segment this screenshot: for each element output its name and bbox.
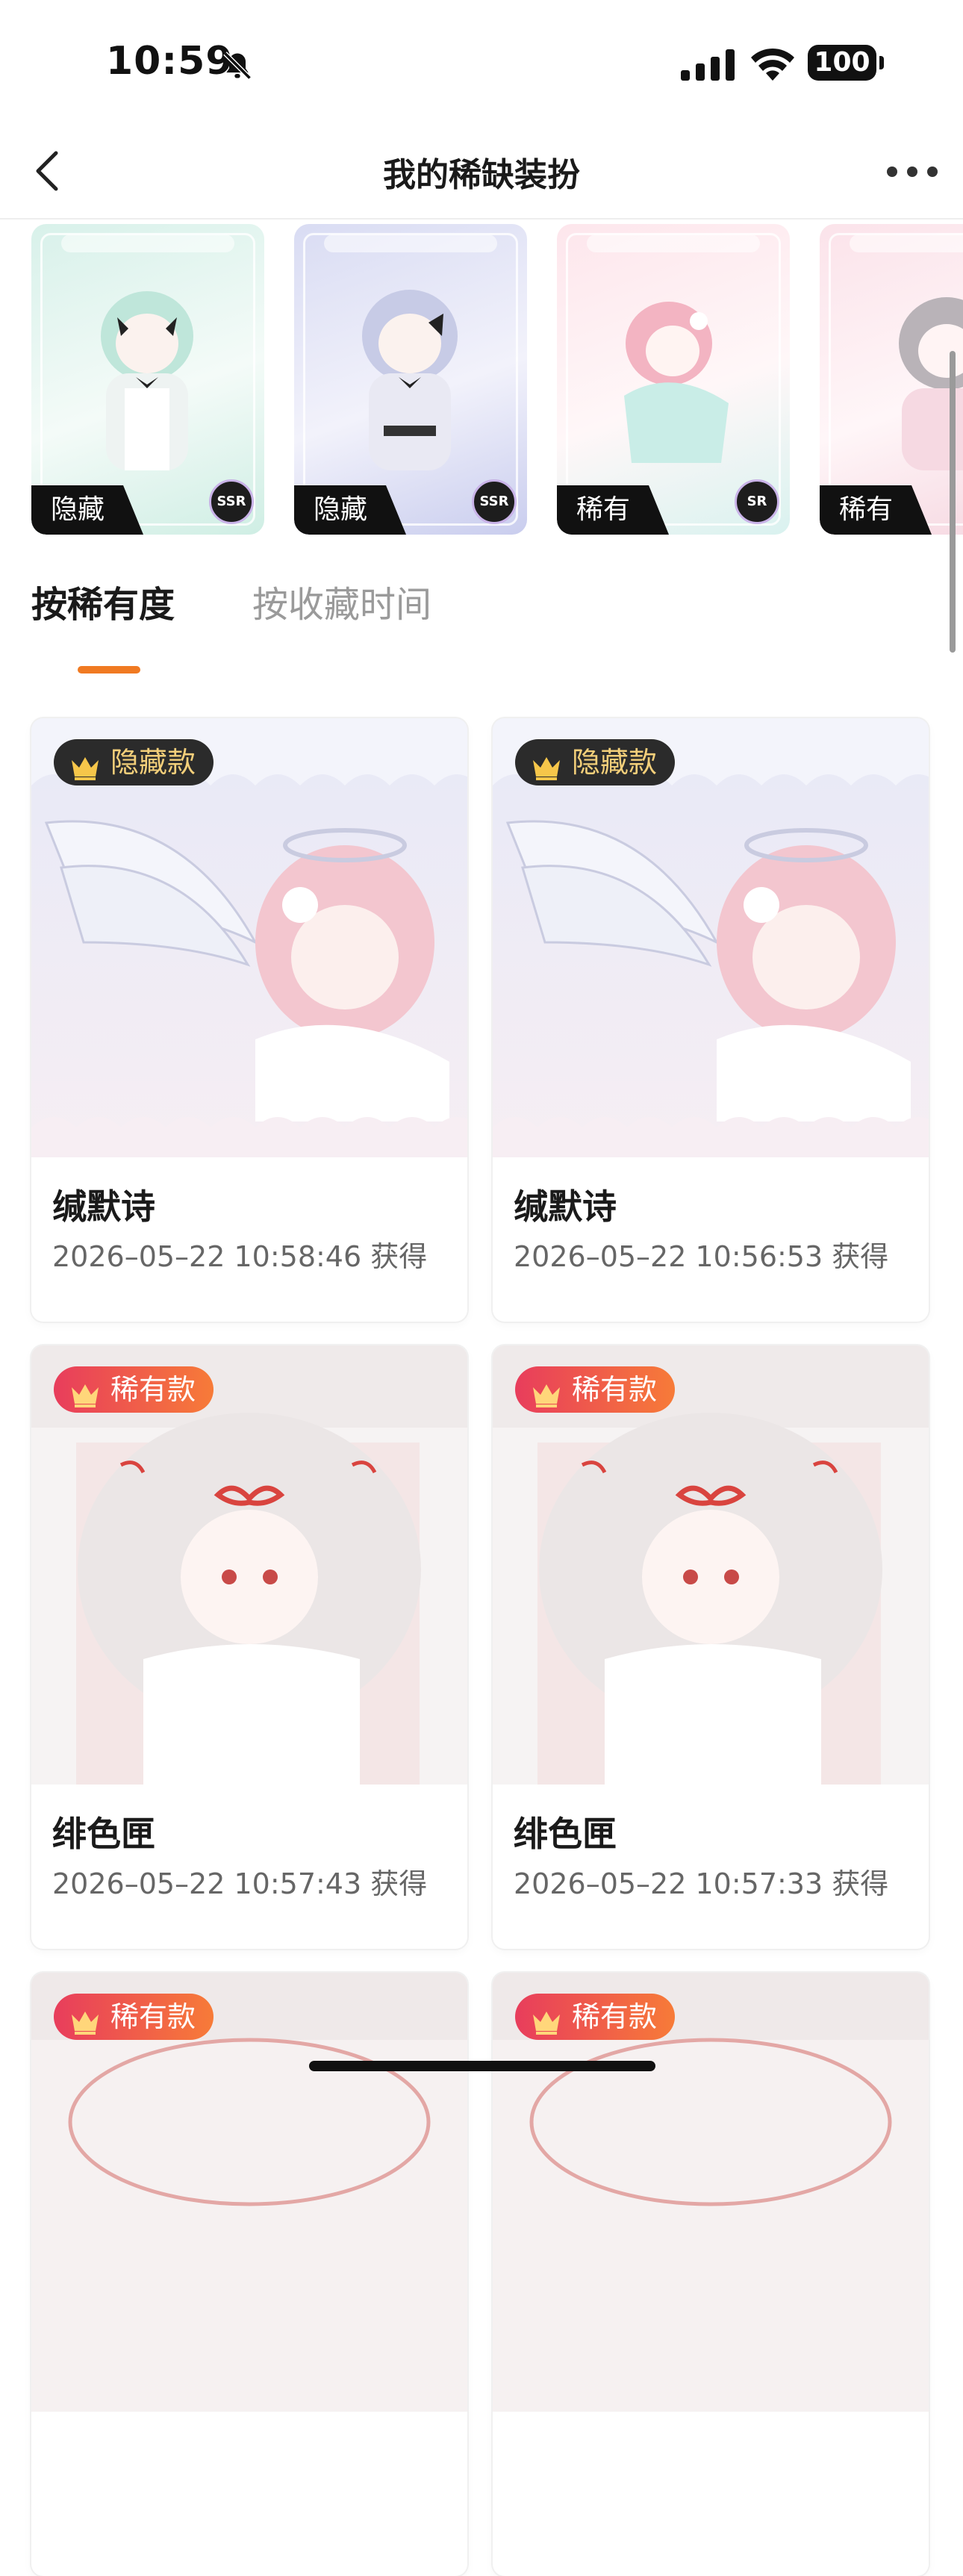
crown-icon	[70, 748, 100, 794]
page-title: 我的稀缺装扮	[383, 156, 580, 194]
item-name: 缄默诗	[52, 1186, 155, 1227]
bell-muted-icon	[221, 49, 254, 85]
item-name: 绯色匣	[514, 1814, 617, 1854]
rarity-tag-label: 稀有款	[572, 2000, 658, 2033]
signal-icon	[681, 49, 735, 84]
crown-icon	[70, 2003, 100, 2049]
home-indicator[interactable]	[309, 2061, 655, 2071]
tab-by-rarity[interactable]: 按稀有度	[31, 575, 175, 627]
crown-icon	[532, 748, 561, 794]
rank-badge: SSR	[472, 479, 517, 524]
rank-badge: SSR	[209, 479, 254, 524]
rarity-tag: 稀有款	[54, 1994, 214, 2040]
item-card[interactable]: 隐藏款 缄默诗 2026–05–22 10:58:46 获得	[31, 718, 467, 1322]
rarity-tag: 隐藏款	[515, 739, 676, 785]
strip-card[interactable]: 稀有 SR	[557, 224, 790, 535]
crown-icon	[532, 1375, 561, 1422]
item-obtained-date: 2026–05–22 10:57:43 获得	[52, 1867, 428, 1900]
item-obtained-date: 2026–05–22 10:57:33 获得	[514, 1867, 889, 1900]
character-illustration	[899, 297, 963, 470]
wifi-icon	[749, 46, 796, 84]
strip-card[interactable]: 隐藏 SSR	[294, 224, 527, 535]
rarity-tag-label: 稀有款	[110, 2000, 196, 2033]
rarity-tag-label: 稀有款	[110, 1373, 196, 1406]
strip-card[interactable]: 隐藏 SSR	[31, 224, 264, 535]
rank-badge: SR	[735, 479, 779, 524]
crown-icon	[70, 1375, 100, 1422]
rarity-tag: 稀有款	[515, 1366, 676, 1413]
item-card[interactable]: 隐藏款 缄默诗 2026–05–22 10:56:53 获得	[493, 718, 929, 1322]
status-bar: 10:59 100	[0, 0, 963, 127]
item-card[interactable]: 稀有款 绯色匣 2026–05–22 10:57:33 获得	[493, 1345, 929, 1949]
character-illustration	[362, 290, 458, 470]
more-dots-icon	[887, 167, 938, 177]
item-name: 绯色匣	[52, 1814, 155, 1854]
nav-bar: 我的稀缺装扮	[0, 127, 963, 217]
rarity-tag-label: 隐藏款	[572, 746, 658, 779]
card-banner	[587, 234, 760, 252]
status-time: 10:59	[106, 39, 234, 84]
collection-strip[interactable]: 隐藏 SSR 隐藏 SSR 稀有 SR 稀有	[0, 220, 963, 541]
card-banner	[324, 234, 497, 252]
more-button[interactable]	[882, 149, 942, 194]
character-illustration	[101, 291, 193, 470]
battery-tip	[879, 56, 884, 69]
sort-tabs: 按稀有度 按收藏时间	[0, 575, 963, 679]
card-banner	[61, 234, 234, 252]
rarity-tag: 隐藏款	[54, 739, 214, 785]
rarity-tag-label: 隐藏款	[110, 746, 196, 779]
item-obtained-date: 2026–05–22 10:56:53 获得	[514, 1240, 889, 1273]
active-tab-indicator	[78, 666, 140, 673]
item-card[interactable]: 稀有款 绯色匣 2026–05–22 10:57:43 获得	[31, 1345, 467, 1949]
strip-card[interactable]: 稀有	[820, 224, 963, 535]
battery-level: 100	[808, 45, 876, 81]
tab-by-collect-time[interactable]: 按收藏时间	[252, 575, 431, 627]
rarity-tag: 稀有款	[515, 1994, 676, 2040]
crown-icon	[532, 2003, 561, 2049]
item-name: 缄默诗	[514, 1186, 617, 1227]
rarity-tag-label: 稀有款	[572, 1373, 658, 1406]
rarity-tag: 稀有款	[54, 1366, 214, 1413]
item-obtained-date: 2026–05–22 10:58:46 获得	[52, 1240, 428, 1273]
character-illustration	[624, 302, 729, 463]
card-banner	[850, 234, 963, 252]
